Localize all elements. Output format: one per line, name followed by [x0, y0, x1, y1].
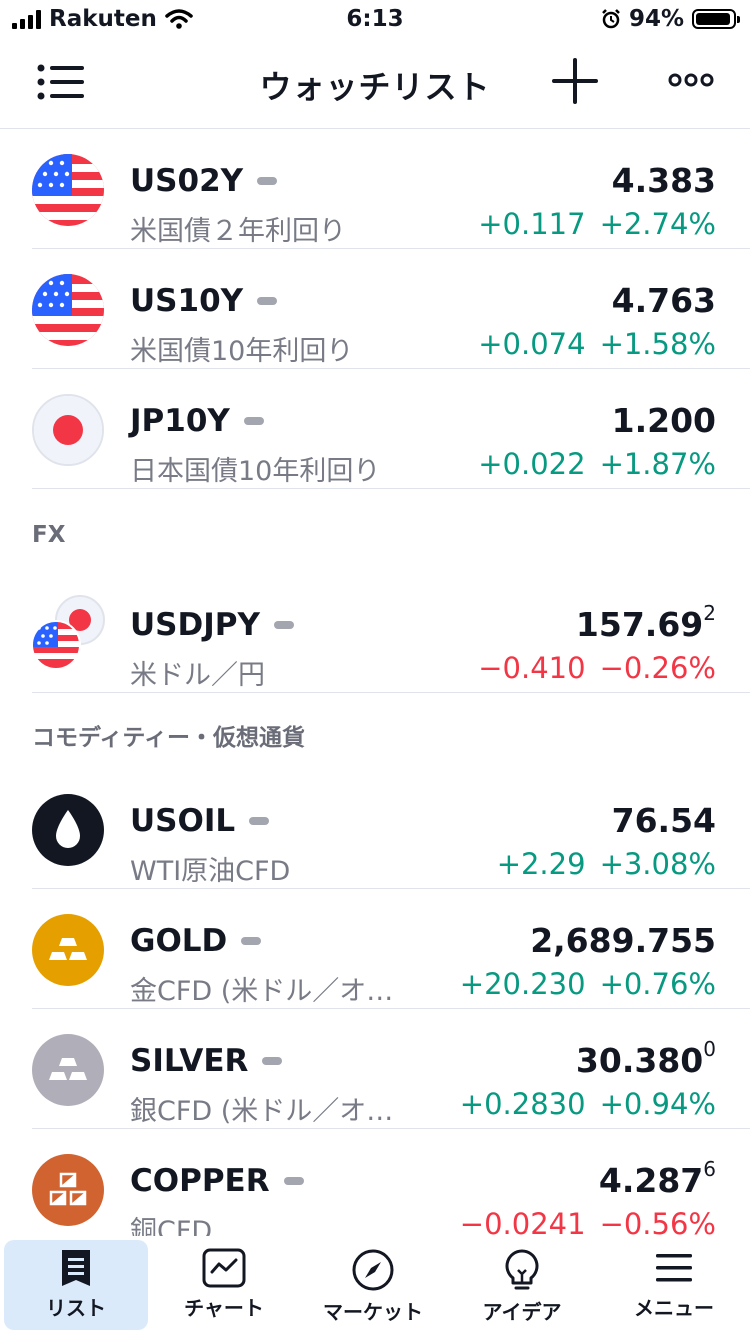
delay-indicator [249, 817, 270, 825]
delay-indicator [283, 1177, 304, 1185]
change: +0.117 +2.74% [478, 207, 716, 241]
bulb-icon [505, 1249, 539, 1290]
add-icon[interactable] [552, 58, 598, 104]
symbol-label: COPPER [130, 1163, 304, 1199]
list-item-us10y[interactable]: US10Y 米国債10年利回り 4.763 +0.074 +1.58% [0, 249, 750, 369]
symbol-description: 米国債10年利回り [130, 336, 354, 367]
page-title: ウォッチリスト [259, 68, 491, 106]
delay-indicator [262, 1057, 283, 1065]
gold-bars-icon [32, 914, 104, 986]
menu-icon [656, 1254, 692, 1282]
tab-list[interactable]: リスト [4, 1240, 148, 1330]
list-item-silver[interactable]: SILVER 銀CFD (米ドル／オ… 30.3800 +0.2830 +0.94… [0, 1009, 750, 1129]
symbol-description: 金CFD (米ドル／オ… [130, 976, 394, 1007]
tab-market[interactable]: マーケット [301, 1240, 445, 1330]
tab-label: マーケット [323, 1300, 423, 1324]
section-header-commodity: コモディティー・仮想通貨 [32, 725, 306, 751]
chart-icon [202, 1248, 246, 1288]
symbol-label: US02Y [130, 163, 278, 199]
list-item-jp10y[interactable]: JP10Y 日本国債10年利回り 1.200 +0.022 +1.87% [0, 369, 750, 489]
tab-label: チャート [184, 1296, 264, 1320]
symbol-label: SILVER [130, 1043, 283, 1079]
price: 30.3800 [575, 1037, 716, 1080]
header: ウォッチリスト [0, 40, 750, 129]
list-item-usoil[interactable]: USOIL WTI原油CFD 76.54 +2.29 +3.08% [0, 769, 750, 889]
delay-indicator [243, 417, 264, 425]
compass-icon [352, 1249, 394, 1291]
delay-indicator [241, 937, 262, 945]
jp-flag-icon [32, 394, 104, 466]
change: −0.410 −0.26% [478, 651, 716, 685]
section-header-fx: FX [32, 522, 66, 548]
symbol-label: US10Y [130, 283, 278, 319]
battery-icon [692, 9, 740, 29]
change: +0.2830 +0.94% [459, 1087, 716, 1121]
us-flag-icon [32, 154, 104, 226]
alarm-icon [602, 9, 620, 29]
symbol-label: USDJPY [130, 607, 294, 643]
delay-indicator [257, 297, 278, 305]
status-right: 94% [601, 6, 740, 32]
delay-indicator [257, 177, 278, 185]
symbol-label: USOIL [130, 803, 270, 839]
list-item-usdjpy[interactable]: USDJPY 米ドル／円 157.692 −0.410 −0.26% [0, 573, 750, 693]
price: 2,689.755 [530, 921, 716, 960]
price: 4.383 [611, 161, 716, 200]
tab-label: アイデア [482, 1300, 562, 1324]
tab-chart[interactable]: チャート [152, 1240, 296, 1330]
silver-bars-icon [32, 1034, 104, 1106]
oil-drop-icon [32, 794, 104, 866]
price: 4.2876 [598, 1157, 716, 1200]
battery-percent: 94% [628, 6, 684, 32]
tab-label: リスト [46, 1296, 106, 1320]
list-item-us02y[interactable]: US02Y 米国債２年利回り 4.383 +0.117 +2.74% [0, 129, 750, 249]
symbol-description: 米ドル／円 [130, 660, 265, 691]
delay-indicator [273, 621, 294, 629]
change: +2.29 +3.08% [496, 847, 716, 881]
tab-bar: リスト チャート マーケット アイデア メニュー [0, 1236, 750, 1334]
tab-label: メニュー [634, 1296, 714, 1320]
symbol-description: WTI原油CFD [130, 856, 291, 887]
tab-ideas[interactable]: アイデア [450, 1240, 594, 1330]
tab-menu[interactable]: メニュー [602, 1240, 746, 1330]
change: +0.074 +1.58% [478, 327, 716, 361]
symbol-description: 日本国債10年利回り [130, 456, 381, 487]
symbol-label: JP10Y [130, 403, 264, 439]
price: 157.692 [575, 601, 716, 644]
status-bar: Rakuten 6:13 94% [0, 0, 750, 40]
change: +0.022 +1.87% [478, 447, 716, 481]
symbol-label: GOLD [130, 923, 262, 959]
copper-icon [32, 1154, 104, 1226]
price: 76.54 [611, 801, 716, 840]
price: 1.200 [611, 401, 716, 440]
list-item-copper[interactable]: COPPER 銅CFD 4.2876 −0.0241 −0.56% [0, 1129, 750, 1249]
symbol-description: 銀CFD (米ドル／オ… [130, 1096, 394, 1127]
price: 4.763 [611, 281, 716, 320]
list-icon [62, 1250, 90, 1286]
list-item-gold[interactable]: GOLD 金CFD (米ドル／オ… 2,689.755 +20.230 +0.76… [0, 889, 750, 1009]
us-flag-icon [32, 274, 104, 346]
symbol-description: 米国債２年利回り [130, 216, 346, 247]
more-icon[interactable] [668, 70, 714, 90]
change: +20.230 +0.76% [459, 967, 716, 1001]
usdjpy-pair-icon [31, 595, 105, 670]
